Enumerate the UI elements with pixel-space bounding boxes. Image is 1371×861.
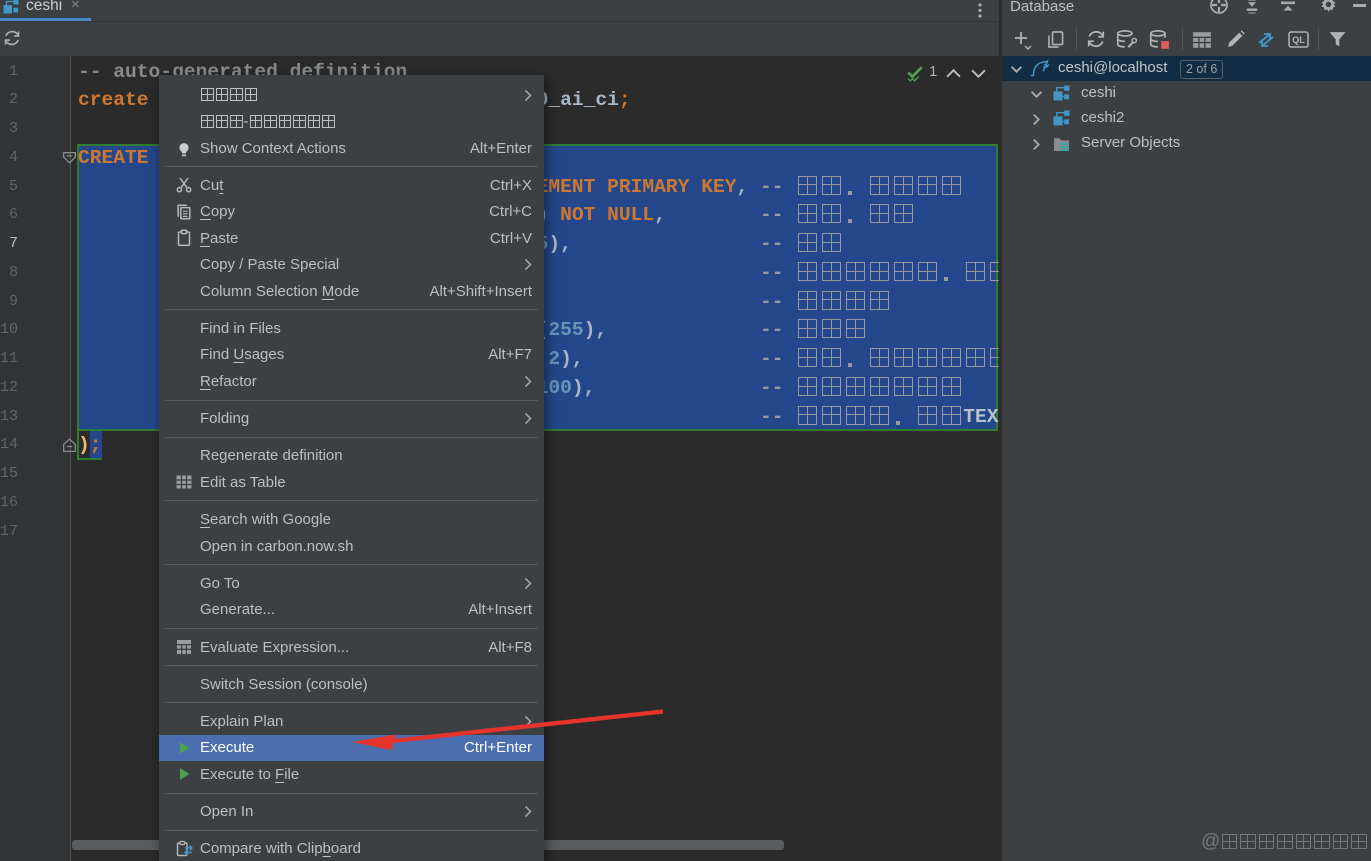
svg-text:QL: QL	[1292, 35, 1305, 45]
